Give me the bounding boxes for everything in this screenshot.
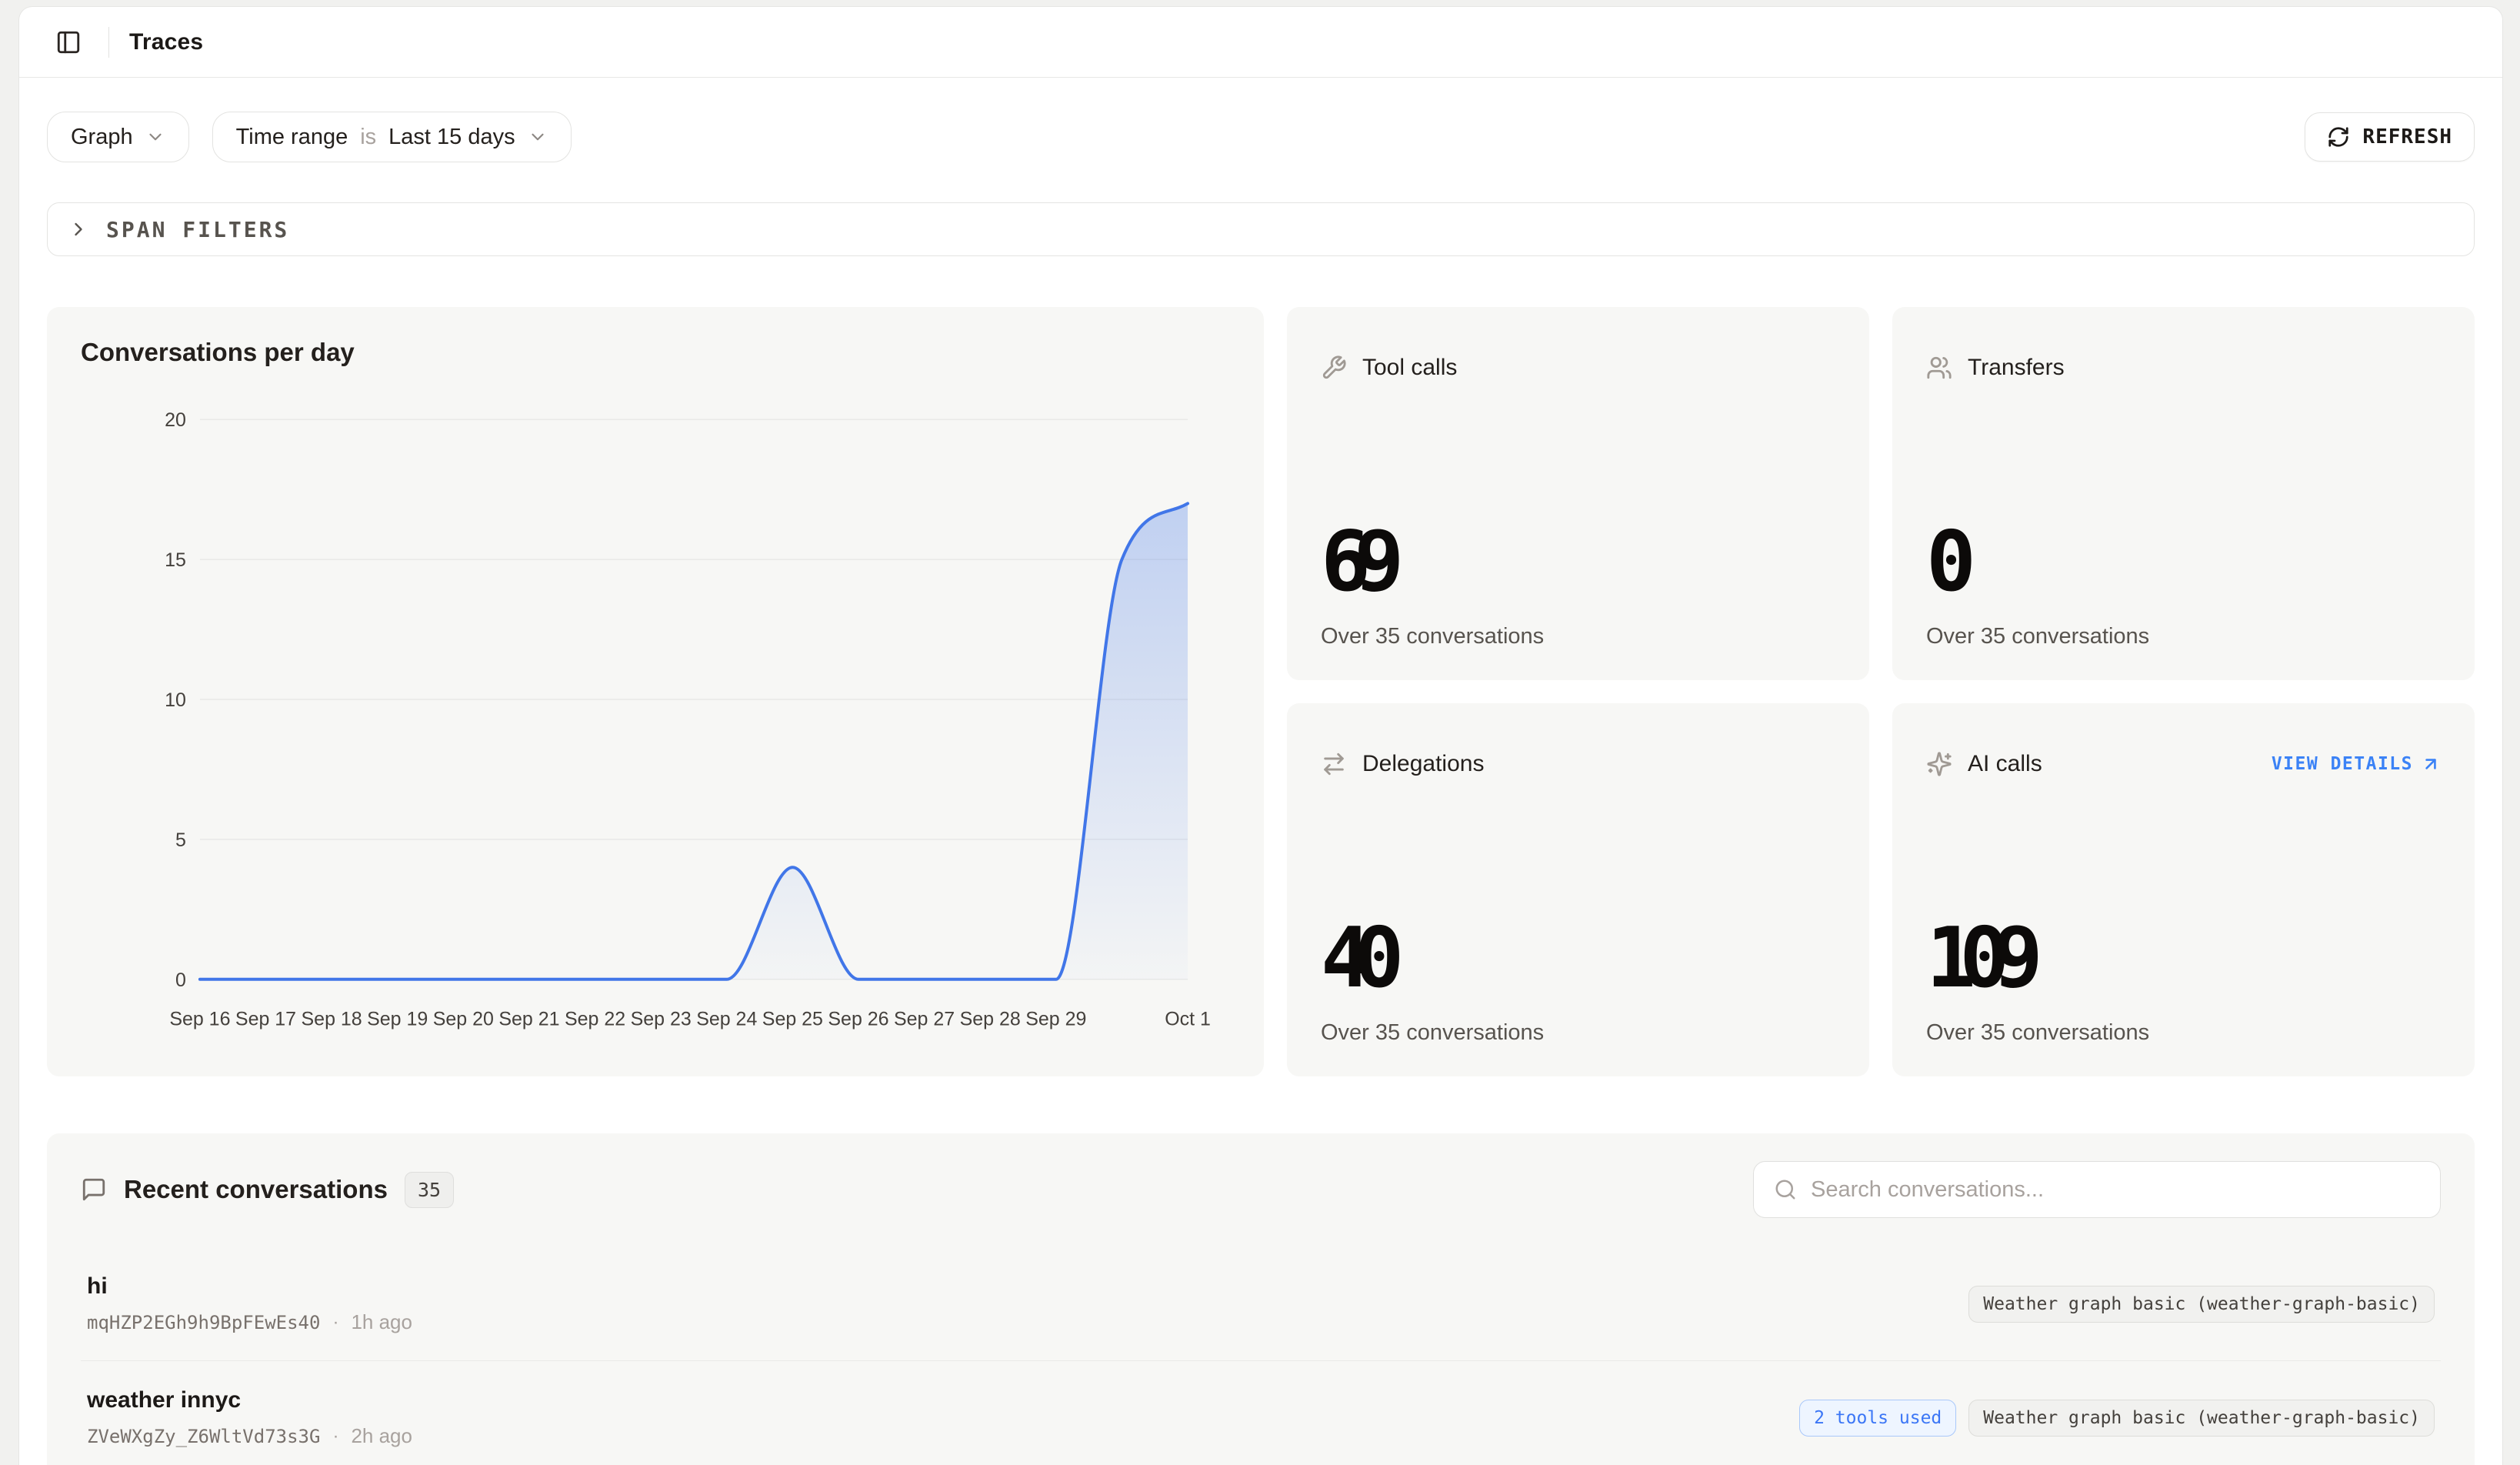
- message-square-icon: [81, 1176, 107, 1203]
- search-input[interactable]: [1811, 1177, 2420, 1203]
- meta-separator: ·: [332, 1312, 338, 1333]
- main-panel: Traces Graph Time range is Last 15 days …: [18, 6, 2503, 1465]
- stat-value: 0: [1926, 521, 2441, 604]
- stat-label: Tool calls: [1362, 355, 1457, 381]
- time-range-value: Last 15 days: [388, 125, 515, 150]
- svg-text:Sep 29: Sep 29: [1025, 1009, 1086, 1030]
- recent-conversations-title: Recent conversations: [124, 1175, 388, 1204]
- arrow-right-left-icon: [1321, 751, 1347, 777]
- conversations-per-day-chart: 05101520Sep 16Sep 17Sep 18Sep 19Sep 20Se…: [81, 389, 1230, 1066]
- view-details-link[interactable]: VIEW DETAILS: [2272, 754, 2441, 774]
- stat-value: 69: [1321, 521, 1835, 604]
- svg-text:Sep 17: Sep 17: [235, 1009, 296, 1030]
- transfers-card: Transfers 0 Over 35 conversations: [1892, 307, 2475, 680]
- chevron-down-icon: [528, 127, 548, 147]
- tool-calls-card: Tool calls 69 Over 35 conversations: [1287, 307, 1869, 680]
- tools-used-tag: 2 tools used: [1799, 1400, 1956, 1437]
- time-range-operator: is: [360, 125, 376, 150]
- svg-text:Sep 22: Sep 22: [565, 1009, 625, 1030]
- conversation-list: hi mqHZP2EGh9h9BpFEwEs40 · 1h ago Weathe…: [81, 1247, 2441, 1465]
- stat-caption: Over 35 conversations: [1926, 1020, 2441, 1046]
- svg-text:20: 20: [165, 409, 186, 431]
- stat-label: Delegations: [1362, 751, 1484, 777]
- conversation-title: weather innyc: [87, 1387, 412, 1413]
- arrow-up-right-icon: [2421, 754, 2441, 774]
- ai-calls-card: AI calls VIEW DETAILS 109 Over 35 conver…: [1892, 703, 2475, 1076]
- svg-text:Sep 27: Sep 27: [894, 1009, 955, 1030]
- conversation-row[interactable]: weather innyc ZVeWXgZy_Z6WltVd73s3G · 2h…: [81, 1361, 2441, 1465]
- conversations-chart-card: Conversations per day 05101520Sep 16Sep …: [47, 307, 1264, 1076]
- conversation-row[interactable]: hi mqHZP2EGh9h9BpFEwEs40 · 1h ago Weathe…: [81, 1247, 2441, 1361]
- chevron-down-icon: [145, 127, 165, 147]
- stats-grid: Tool calls 69 Over 35 conversations Tran…: [1287, 307, 2475, 1076]
- agent-tag: Weather graph basic (weather-graph-basic…: [1968, 1286, 2435, 1323]
- svg-text:Oct 1: Oct 1: [1165, 1009, 1211, 1030]
- refresh-label: REFRESH: [2362, 125, 2452, 149]
- refresh-icon: [2327, 125, 2350, 149]
- sparkles-icon: [1926, 751, 1952, 777]
- stat-value: 40: [1321, 917, 1835, 1000]
- header-divider: [108, 27, 109, 58]
- agent-tag: Weather graph basic (weather-graph-basic…: [1968, 1400, 2435, 1437]
- conversation-id: mqHZP2EGh9h9BpFEwEs40: [87, 1312, 320, 1333]
- view-mode-dropdown[interactable]: Graph: [47, 112, 189, 162]
- svg-text:Sep 20: Sep 20: [433, 1009, 494, 1030]
- svg-text:Sep 19: Sep 19: [367, 1009, 428, 1030]
- svg-text:Sep 21: Sep 21: [498, 1009, 559, 1030]
- conversation-id: ZVeWXgZy_Z6WltVd73s3G: [87, 1426, 320, 1447]
- chevron-right-icon: [68, 219, 89, 240]
- conversation-time: 1h ago: [351, 1310, 412, 1334]
- span-filters-label: SPAN FILTERS: [106, 217, 289, 242]
- search-conversations-box[interactable]: [1753, 1161, 2441, 1218]
- wrench-icon: [1321, 355, 1347, 381]
- svg-text:Sep 25: Sep 25: [762, 1009, 823, 1030]
- delegations-card: Delegations 40 Over 35 conversations: [1287, 703, 1869, 1076]
- svg-text:5: 5: [175, 829, 186, 851]
- stat-label: Transfers: [1968, 355, 2065, 381]
- svg-text:Sep 18: Sep 18: [302, 1009, 362, 1030]
- area-chart-svg: 05101520Sep 16Sep 17Sep 18Sep 19Sep 20Se…: [81, 389, 1230, 1066]
- svg-text:Sep 28: Sep 28: [960, 1009, 1021, 1030]
- conversation-time: 2h ago: [351, 1424, 412, 1448]
- chart-title: Conversations per day: [81, 338, 1230, 367]
- conversation-title: hi: [87, 1273, 412, 1300]
- panel-left-icon: [55, 29, 82, 55]
- sidebar-toggle-button[interactable]: [48, 22, 88, 62]
- span-filters-toggle[interactable]: SPAN FILTERS: [47, 202, 2475, 256]
- view-mode-label: Graph: [71, 125, 133, 150]
- users-icon: [1926, 355, 1952, 381]
- search-icon: [1774, 1178, 1797, 1201]
- svg-text:Sep 24: Sep 24: [696, 1009, 757, 1030]
- refresh-button[interactable]: REFRESH: [2305, 112, 2475, 162]
- stat-caption: Over 35 conversations: [1321, 624, 1835, 649]
- stat-caption: Over 35 conversations: [1321, 1020, 1835, 1046]
- svg-text:10: 10: [165, 689, 186, 711]
- conversation-count-badge: 35: [405, 1172, 454, 1208]
- svg-text:Sep 16: Sep 16: [169, 1009, 230, 1030]
- stat-value: 109: [1926, 917, 2441, 1000]
- time-range-dropdown[interactable]: Time range is Last 15 days: [212, 112, 572, 162]
- stat-caption: Over 35 conversations: [1926, 624, 2441, 649]
- time-range-field: Time range: [236, 125, 348, 150]
- meta-separator: ·: [332, 1426, 338, 1447]
- top-header: Traces: [19, 7, 2502, 78]
- svg-text:Sep 23: Sep 23: [631, 1009, 692, 1030]
- svg-text:0: 0: [175, 969, 186, 991]
- stat-label: AI calls: [1968, 751, 2042, 777]
- svg-text:15: 15: [165, 549, 186, 571]
- page-title: Traces: [129, 29, 203, 55]
- filter-toolbar: Graph Time range is Last 15 days REFRESH: [47, 112, 2475, 162]
- svg-text:Sep 26: Sep 26: [828, 1009, 888, 1030]
- recent-conversations-panel: Recent conversations 35 hi mqHZP2EGh9h9B…: [47, 1133, 2475, 1465]
